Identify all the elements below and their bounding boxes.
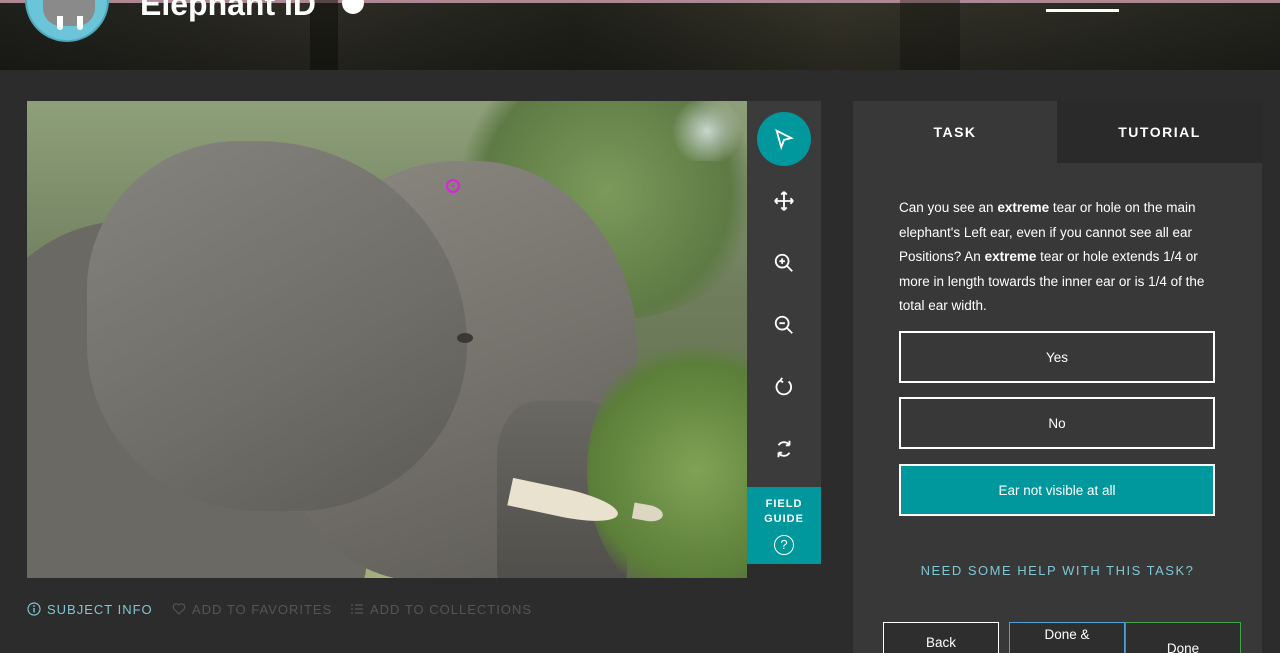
subject-info-link[interactable]: SUBJECT INFO bbox=[27, 600, 153, 618]
elephant-avatar-icon bbox=[43, 0, 95, 26]
reset-icon bbox=[777, 440, 791, 458]
tab-tutorial[interactable]: TUTORIAL bbox=[1057, 101, 1262, 163]
move-arrows-icon bbox=[774, 191, 794, 211]
info-icon bbox=[27, 602, 41, 616]
pointer-tool-button[interactable] bbox=[757, 112, 811, 166]
elephant-eye bbox=[457, 333, 473, 343]
tusk-icon bbox=[77, 16, 83, 30]
cursor-arrow-icon bbox=[775, 129, 794, 150]
zoom-in-button[interactable] bbox=[757, 236, 811, 290]
image-sky bbox=[667, 101, 747, 161]
rotate-button[interactable] bbox=[757, 360, 811, 414]
rotate-icon bbox=[775, 377, 793, 396]
reset-button[interactable] bbox=[757, 422, 811, 476]
add-to-favorites-button[interactable]: ADD TO FAVORITES bbox=[172, 600, 332, 618]
image-toolbar bbox=[747, 101, 821, 487]
project-header: Elephant ID bbox=[0, 0, 1280, 70]
move-tool-button[interactable] bbox=[757, 174, 811, 228]
done-and-talk-button[interactable]: Done & bbox=[1009, 622, 1125, 653]
answer-ear-not-visible-button[interactable]: Ear not visible at all bbox=[899, 464, 1215, 516]
annotation-marker[interactable] bbox=[446, 179, 460, 193]
subject-info-label: SUBJECT INFO bbox=[47, 601, 153, 617]
field-guide-label: FIELD GUIDE bbox=[764, 498, 804, 525]
tab-task[interactable]: TASK bbox=[853, 101, 1057, 163]
emphasis-text: extreme bbox=[984, 249, 1037, 264]
add-to-collections-button[interactable]: ADD TO COLLECTIONS bbox=[350, 600, 532, 618]
field-guide-button[interactable]: FIELD GUIDE ? bbox=[747, 487, 821, 564]
zoom-out-button[interactable] bbox=[757, 298, 811, 352]
zoom-out-icon bbox=[774, 315, 793, 334]
answer-no-button[interactable]: No bbox=[899, 397, 1215, 449]
add-to-favorites-label: ADD TO FAVORITES bbox=[192, 601, 333, 617]
answer-yes-button[interactable]: Yes bbox=[899, 331, 1215, 383]
zoom-in-icon bbox=[774, 253, 793, 272]
task-question: Can you see an extreme tear or hole on t… bbox=[899, 200, 1205, 313]
subject-image[interactable] bbox=[27, 101, 747, 578]
done-button[interactable]: Done bbox=[1125, 622, 1241, 653]
task-help-link[interactable]: NEED SOME HELP WITH THIS TASK? bbox=[853, 563, 1262, 578]
tusk-icon bbox=[57, 16, 63, 30]
emphasis-text: extreme bbox=[997, 200, 1050, 215]
help-circle-icon: ? bbox=[774, 535, 794, 555]
list-icon bbox=[350, 602, 364, 616]
project-title[interactable]: Elephant ID bbox=[140, 0, 316, 23]
add-to-collections-label: ADD TO COLLECTIONS bbox=[370, 601, 532, 617]
task-panel: TASK TUTORIAL Can you see an extreme tea… bbox=[853, 101, 1262, 653]
heart-icon bbox=[172, 602, 186, 616]
back-button[interactable]: Back bbox=[883, 622, 999, 653]
active-nav-indicator bbox=[1046, 9, 1119, 12]
